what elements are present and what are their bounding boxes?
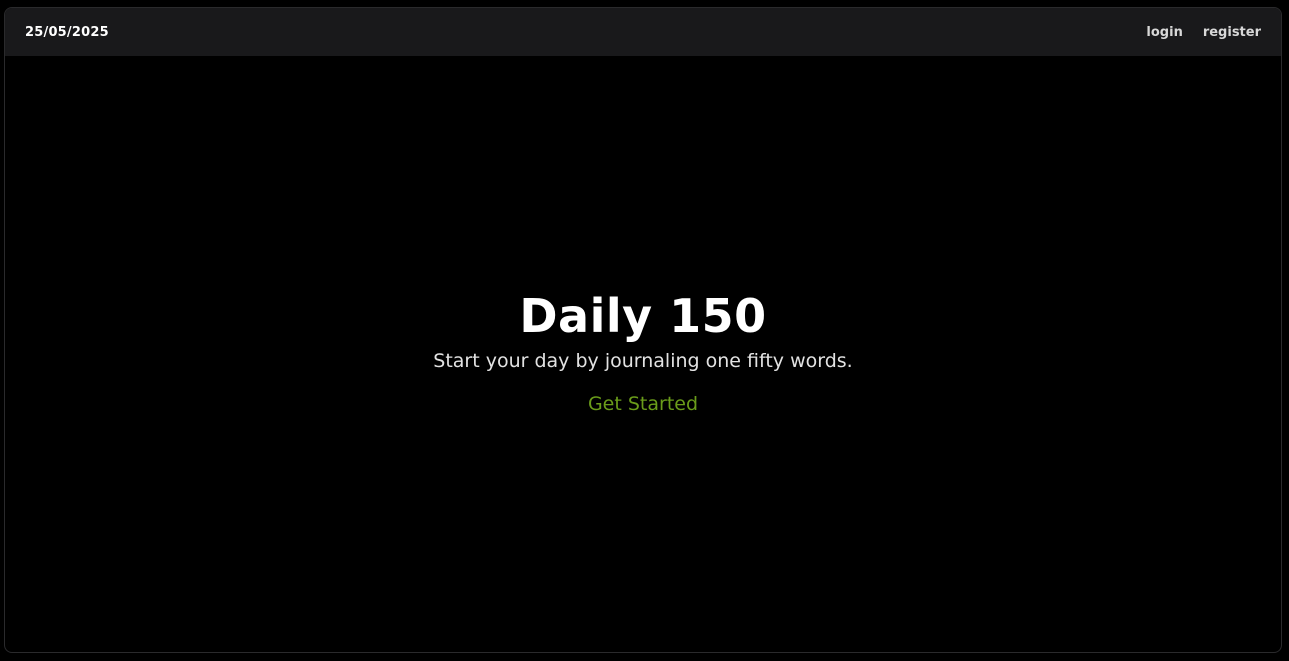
app-window: 25/05/2025 login register Daily 150 Star… bbox=[4, 7, 1282, 653]
current-date: 25/05/2025 bbox=[25, 24, 109, 40]
login-link[interactable]: login bbox=[1146, 25, 1182, 40]
page-title: Daily 150 bbox=[519, 289, 767, 343]
auth-nav: login register bbox=[1146, 25, 1261, 40]
top-bar: 25/05/2025 login register bbox=[5, 8, 1281, 56]
page-subtitle: Start your day by journaling one fifty w… bbox=[433, 350, 853, 372]
get-started-link[interactable]: Get Started bbox=[588, 392, 698, 416]
hero-section: Daily 150 Start your day by journaling o… bbox=[5, 290, 1281, 416]
register-link[interactable]: register bbox=[1203, 25, 1261, 40]
